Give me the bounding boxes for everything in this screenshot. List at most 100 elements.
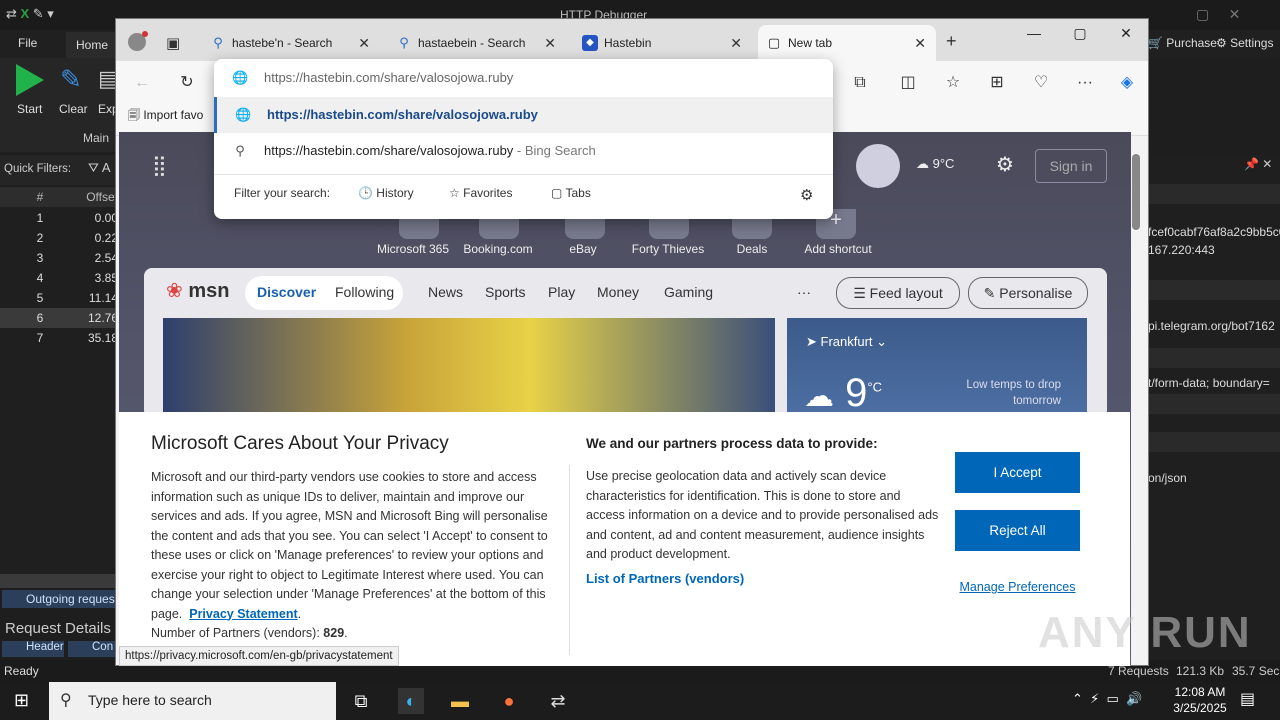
start-icon[interactable] xyxy=(16,64,44,96)
split-screen-icon[interactable]: ◫ xyxy=(896,71,920,95)
pin-icon[interactable]: 📌 ✕ xyxy=(1244,157,1272,171)
manage-preferences-link[interactable]: Manage Preferences xyxy=(955,579,1080,595)
page-vscrollbar[interactable] xyxy=(1131,140,1141,660)
maximize-icon[interactable]: ▢ xyxy=(1065,25,1095,42)
collections-icon[interactable]: ⊞ xyxy=(985,71,1009,95)
extensions-icon[interactable]: ⧉ xyxy=(848,71,872,95)
table-row[interactable]: 1 0.00 xyxy=(0,208,118,228)
clear-button[interactable]: Clear xyxy=(59,102,88,116)
ribbon-tab-home[interactable]: Home xyxy=(66,32,119,58)
tab-search-1[interactable]: ⚲ hastebe'n - Search ✕ xyxy=(202,25,380,61)
start-button[interactable]: Start xyxy=(17,102,42,116)
settings-link[interactable]: ⚙ Settings xyxy=(1216,36,1273,50)
shortcut-label[interactable]: eBay xyxy=(538,242,628,256)
app-window-controls[interactable]: ▢ ✕ xyxy=(1196,6,1240,23)
taskbar-clock[interactable]: 12:08 AM 3/25/2025 xyxy=(1160,684,1240,716)
tab-hastebin[interactable]: ◆ Hastebin ✕ xyxy=(574,25,752,61)
msn-tab-gaming[interactable]: Gaming xyxy=(664,284,713,300)
clear-icon[interactable]: ✎ xyxy=(60,64,82,95)
firefox-icon[interactable]: ● xyxy=(496,688,522,714)
msn-tab-sports[interactable]: Sports xyxy=(485,284,525,300)
minimize-icon[interactable]: — xyxy=(1019,25,1049,41)
news-image[interactable] xyxy=(163,318,775,418)
feed-layout-button[interactable]: ☰ Feed layout xyxy=(836,277,960,309)
subtab-header[interactable]: Header xyxy=(2,641,64,657)
msn-tab-money[interactable]: Money xyxy=(597,284,639,300)
table-row[interactable]: 3 2.54 xyxy=(0,248,118,268)
filter-favorites[interactable]: ☆ Favorites xyxy=(449,186,512,200)
reject-all-button[interactable]: Reject All xyxy=(955,510,1080,551)
address-input[interactable]: https://hastebin.com/share/valosojowa.ru… xyxy=(264,60,513,96)
close-icon[interactable]: ✕ xyxy=(914,25,926,61)
suggestion-bing-query: https://hastebin.com/share/valosojowa.ru… xyxy=(264,143,514,158)
accept-button[interactable]: I Accept xyxy=(955,452,1080,493)
shortcut-label[interactable]: Booking.com xyxy=(453,242,543,256)
search-icon: ⚲ xyxy=(235,143,245,158)
settings-gear-icon[interactable]: ⚙ xyxy=(996,152,1014,177)
new-tab-button[interactable]: + xyxy=(946,31,957,52)
filter-tabs[interactable]: ▢ Tabs xyxy=(551,186,591,200)
shortcut-label[interactable]: Deals xyxy=(707,242,797,256)
tab-search-2[interactable]: ⚲ hastaebein - Search ✕ xyxy=(388,25,566,61)
copilot-button[interactable] xyxy=(856,144,900,188)
import-favorites[interactable]: 🗐 Import favo xyxy=(128,106,203,127)
msn-tab-discover[interactable]: Discover xyxy=(257,284,316,300)
back-icon[interactable]: ← xyxy=(130,71,154,95)
list-of-partners-link[interactable]: List of Partners (vendors) xyxy=(586,571,744,586)
table-row-selected[interactable]: 6 12.76 xyxy=(0,308,118,328)
table-row[interactable]: 5 11.14 xyxy=(0,288,118,308)
notifications-icon[interactable]: ▤ xyxy=(1240,689,1255,709)
tray-icons[interactable]: ⌃ ⚡ ▭ 🔊 xyxy=(1072,691,1142,707)
weather-city[interactable]: ➤ Frankfurt ⌄ xyxy=(806,334,887,350)
address-bar[interactable]: 🌐 https://hastebin.com/share/valosojowa.r… xyxy=(214,60,833,96)
shortcut-label[interactable]: Forty Thieves xyxy=(623,242,713,256)
shortcut-label[interactable]: Add shortcut xyxy=(793,242,883,256)
personalise-button[interactable]: ✎ Personalise xyxy=(968,277,1088,309)
clock-time: 12:08 AM xyxy=(1174,685,1226,699)
task-view-icon[interactable]: ⧉ xyxy=(348,688,374,714)
performance-icon[interactable]: ♡ xyxy=(1029,71,1053,95)
msn-more[interactable]: ··· xyxy=(797,284,811,300)
favorites-icon[interactable]: ☆ xyxy=(941,71,965,95)
purchase-link[interactable]: 🛒 Purchase xyxy=(1148,36,1217,50)
filter-icon[interactable]: ⛛ A xyxy=(88,160,111,176)
close-window-icon[interactable]: ✕ xyxy=(1111,25,1141,42)
more-icon[interactable]: ··· xyxy=(1073,71,1097,95)
sign-in-button[interactable]: Sign in xyxy=(1035,149,1107,183)
grid-header-offset[interactable]: Offset xyxy=(80,187,118,207)
windows-start-icon[interactable]: ⊞ xyxy=(14,690,29,711)
refresh-icon[interactable]: ↻ xyxy=(175,71,199,95)
grid-header-num[interactable]: # xyxy=(0,187,80,207)
subtab-content[interactable]: Con xyxy=(68,641,116,657)
row-num: 5 xyxy=(36,291,44,305)
msn-tab-play[interactable]: Play xyxy=(548,284,575,300)
close-icon[interactable]: ✕ xyxy=(730,25,742,61)
msn-tab-news[interactable]: News xyxy=(428,284,463,300)
filter-history[interactable]: 🕒 History xyxy=(358,186,414,200)
shortcut-label[interactable]: Microsoft 365 xyxy=(368,242,458,256)
apps-grid-icon[interactable]: ⣿ xyxy=(152,153,167,178)
weather-icon[interactable]: ☁ 9°C xyxy=(916,156,954,172)
suggestion-url[interactable]: 🌐 https://hastebin.com/share/valosojowa.r… xyxy=(214,97,833,133)
privacy-statement-link[interactable]: Privacy Statement xyxy=(189,607,297,621)
table-row[interactable]: 4 3.85 xyxy=(0,268,118,288)
tab-actions-icon[interactable]: ▣ xyxy=(166,34,180,52)
close-icon[interactable]: ✕ xyxy=(358,25,370,61)
msn-tab-following[interactable]: Following xyxy=(335,284,394,300)
suggestion-bing[interactable]: ⚲ https://hastebin.com/share/valosojowa.r… xyxy=(214,133,833,169)
grid-hscrollbar[interactable] xyxy=(0,574,118,588)
file-explorer-icon[interactable]: ▬ xyxy=(447,688,473,714)
copilot-icon[interactable]: ◈ xyxy=(1115,71,1139,95)
outgoing-requests-tab[interactable]: Outgoing reques xyxy=(2,590,117,608)
close-icon[interactable]: ✕ xyxy=(544,25,556,61)
edge-taskbar-icon[interactable]: ◐ xyxy=(398,688,424,714)
scroll-thumb[interactable] xyxy=(1132,154,1140,230)
dropdown-settings-icon[interactable]: ⚙ xyxy=(800,186,813,204)
tab-new-tab[interactable]: ▢ New tab ✕ xyxy=(758,25,936,61)
msn-logo[interactable]: ❀ msn xyxy=(166,278,229,303)
new-tab-icon: ▢ xyxy=(767,35,781,50)
ribbon-tab-file[interactable]: File xyxy=(18,36,37,50)
http-debugger-taskbar-icon[interactable]: ⇄ xyxy=(545,688,571,714)
table-row[interactable]: 2 0.22 xyxy=(0,228,118,248)
table-row[interactable]: 7 35.18 xyxy=(0,328,118,348)
